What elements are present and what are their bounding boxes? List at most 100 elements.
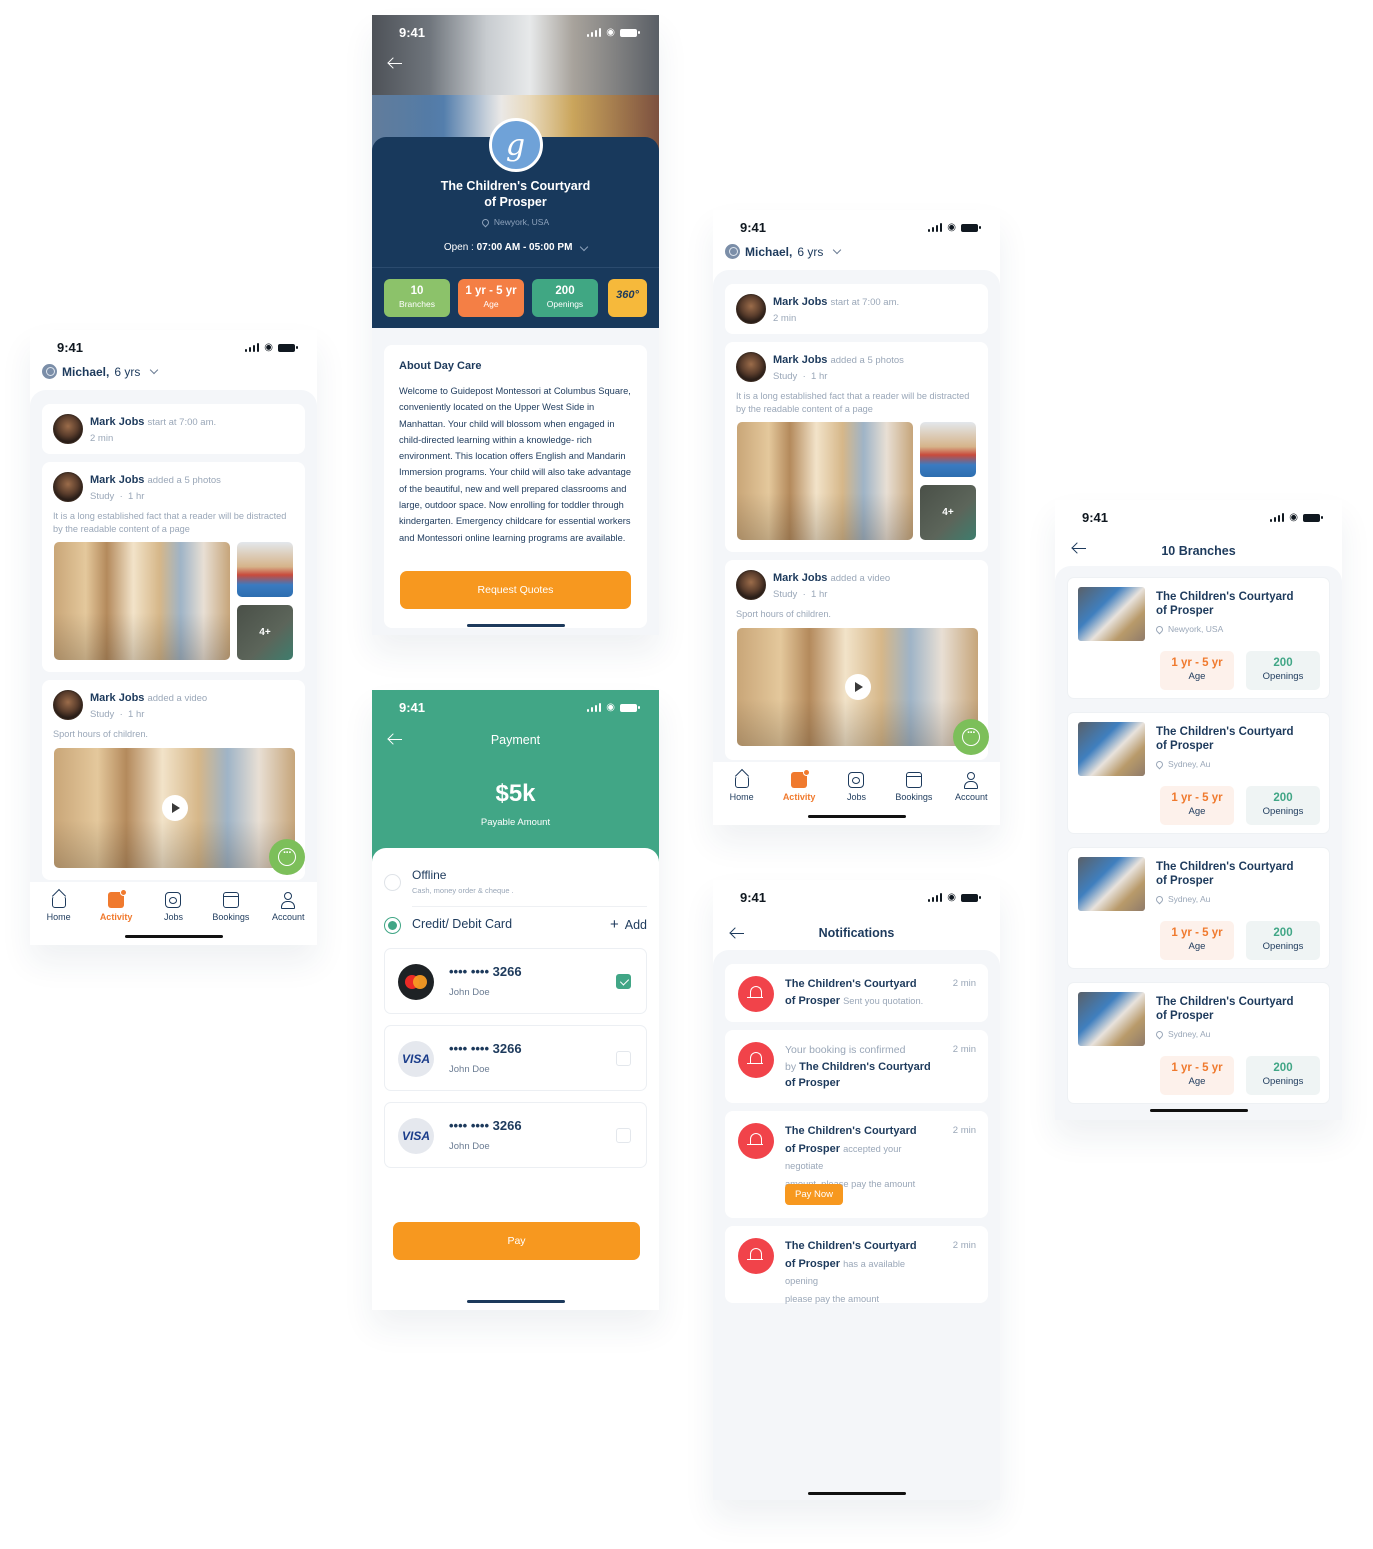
- age-value: 1 yr - 5 yr: [1171, 927, 1223, 939]
- daycare-location: Newyork, USA: [372, 217, 659, 228]
- post-author: Mark Jobs: [773, 572, 828, 584]
- branch-name: The Children's Courtyard: [1156, 996, 1294, 1008]
- request-quotes-button[interactable]: Request Quotes: [400, 571, 631, 609]
- tab-label: Account: [271, 912, 305, 922]
- wifi-icon: ◉: [947, 222, 956, 233]
- more-photos[interactable]: 4+: [920, 485, 976, 540]
- virtual-tour-button[interactable]: 360°: [608, 279, 647, 317]
- saved-card[interactable]: VISA •••• •••• 3266 John Doe: [384, 1102, 647, 1168]
- saved-card[interactable]: •••• •••• 3266 John Doe: [384, 948, 647, 1014]
- branch-card[interactable]: The Children's Courtyard of Prosper Sydne…: [1067, 712, 1330, 834]
- add-card-button[interactable]: + Add: [610, 916, 647, 933]
- tab-account[interactable]: Account: [943, 772, 999, 825]
- wifi-icon: ◉: [264, 342, 273, 353]
- card-holder: John Doe: [449, 1141, 490, 1152]
- tab-home[interactable]: Home: [714, 772, 770, 825]
- card-number: •••• •••• 3266: [449, 1041, 522, 1056]
- status-time: 9:41: [399, 700, 426, 715]
- tab-label: Activity: [99, 912, 133, 922]
- branch-name: of Prosper: [1156, 1010, 1214, 1022]
- tab-label: Bookings: [895, 792, 933, 802]
- title-line: of Prosper: [484, 194, 547, 209]
- chat-button[interactable]: [269, 839, 305, 875]
- card-checkbox[interactable]: [616, 1128, 631, 1143]
- stat-branches[interactable]: 10 Branches: [384, 279, 450, 317]
- bell-icon: [738, 976, 774, 1012]
- location-pin-icon: [1154, 759, 1165, 770]
- notification-item[interactable]: The Children's Courtyard of Prosper accep…: [725, 1111, 988, 1218]
- child-selector[interactable]: Michael, 6 yrs: [42, 364, 159, 379]
- wifi-icon: ◉: [606, 27, 615, 38]
- tab-account[interactable]: Account: [260, 892, 316, 945]
- title-line: The Children's Courtyard: [440, 179, 591, 193]
- saved-card[interactable]: VISA •••• •••• 3266 John Doe: [384, 1025, 647, 1091]
- post-card[interactable]: Mark Jobs added a 5 photos Study · 1 hr …: [42, 462, 305, 672]
- openings-badge: 200 Openings: [1246, 921, 1320, 960]
- more-photos[interactable]: 4+: [237, 605, 293, 660]
- activity-screen-left: 9:41 ◉ Michael, 6 yrs Mark Jobs start at…: [30, 330, 317, 945]
- payment-screen: 9:41 ◉ Payment $5k Payable Amount Offlin…: [372, 690, 659, 1310]
- branch-location: Newyork, USA: [1168, 624, 1224, 634]
- post-photo[interactable]: [54, 542, 230, 660]
- jobs-icon: [165, 892, 182, 908]
- post-action: added a 5 photos: [147, 475, 221, 486]
- pay-button[interactable]: Pay: [393, 1222, 640, 1260]
- card-checkbox[interactable]: [616, 974, 631, 989]
- card-checkbox[interactable]: [616, 1051, 631, 1066]
- status-bar: 9:41 ◉: [713, 880, 1000, 920]
- payable-amount-label: Payable Amount: [480, 817, 551, 828]
- avatar: [53, 414, 83, 444]
- notif-title: of Prosper: [785, 1142, 841, 1155]
- pay-now-button[interactable]: Pay Now: [785, 1184, 844, 1205]
- back-arrow-icon[interactable]: [389, 62, 403, 65]
- calendar-icon: [905, 772, 922, 788]
- stat-label: Branches: [399, 299, 435, 309]
- notification-item[interactable]: The Children's Courtyard of Prosper Sent …: [725, 964, 988, 1022]
- chevron-down-icon: [579, 242, 589, 252]
- child-name: Michael,: [62, 364, 110, 379]
- post-video[interactable]: [54, 748, 295, 868]
- play-icon[interactable]: [844, 674, 871, 700]
- branch-photo: [1078, 722, 1145, 776]
- signal-icon: [927, 893, 943, 902]
- battery-icon: [961, 893, 981, 902]
- post-photo[interactable]: [737, 422, 913, 540]
- post-card[interactable]: Mark Jobs added a video Study · 1 hr Spo…: [42, 680, 305, 880]
- card-holder: John Doe: [449, 1064, 490, 1075]
- notif-text: Sent you quotation.: [843, 995, 924, 1006]
- post-card[interactable]: Mark Jobs start at 7:00 am. 2 min: [725, 284, 988, 334]
- child-selector[interactable]: Michael, 6 yrs: [725, 244, 842, 259]
- branch-photo: [1078, 857, 1145, 911]
- opening-hours[interactable]: Open : 07:00 AM - 05:00 PM: [372, 242, 659, 253]
- post-card[interactable]: Mark Jobs start at 7:00 am. 2 min: [42, 404, 305, 454]
- branch-card[interactable]: The Children's Courtyard of Prosper Newyo…: [1067, 577, 1330, 699]
- stat-label: Age: [483, 299, 499, 309]
- post-card[interactable]: Mark Jobs added a 5 photos Study · 1 hr …: [725, 342, 988, 552]
- notification-item[interactable]: The Children's Courtyard of Prosper has a…: [725, 1226, 988, 1304]
- battery-icon: [620, 703, 640, 712]
- tab-home[interactable]: Home: [31, 892, 87, 945]
- chat-button[interactable]: [953, 719, 989, 755]
- branch-card[interactable]: The Children's Courtyard of Prosper Sydne…: [1067, 982, 1330, 1104]
- post-time: 1 hr: [128, 491, 145, 502]
- post-category: Study: [90, 709, 115, 720]
- notif-title: The Children's Courtyard: [785, 978, 917, 990]
- notification-item[interactable]: Your booking is confirmed by The Children…: [725, 1030, 988, 1103]
- battery-icon: [1303, 513, 1323, 522]
- post-photo[interactable]: [237, 542, 293, 597]
- status-time: 9:41: [1082, 510, 1109, 525]
- stat-label: Openings: [546, 299, 584, 309]
- avatar: [736, 352, 766, 382]
- post-photo[interactable]: [920, 422, 976, 477]
- branch-card[interactable]: The Children's Courtyard of Prosper Sydne…: [1067, 847, 1330, 969]
- card-radio[interactable]: [384, 917, 401, 934]
- stat-openings: 200 Openings: [532, 279, 598, 317]
- play-icon[interactable]: [161, 795, 188, 821]
- jobs-icon: [848, 772, 865, 788]
- post-video[interactable]: [737, 628, 978, 746]
- wifi-icon: ◉: [1289, 512, 1298, 523]
- signal-icon: [927, 223, 943, 232]
- offline-radio[interactable]: [384, 874, 401, 891]
- post-category: Study: [90, 491, 115, 502]
- post-card[interactable]: Mark Jobs added a video Study · 1 hr Spo…: [725, 560, 988, 760]
